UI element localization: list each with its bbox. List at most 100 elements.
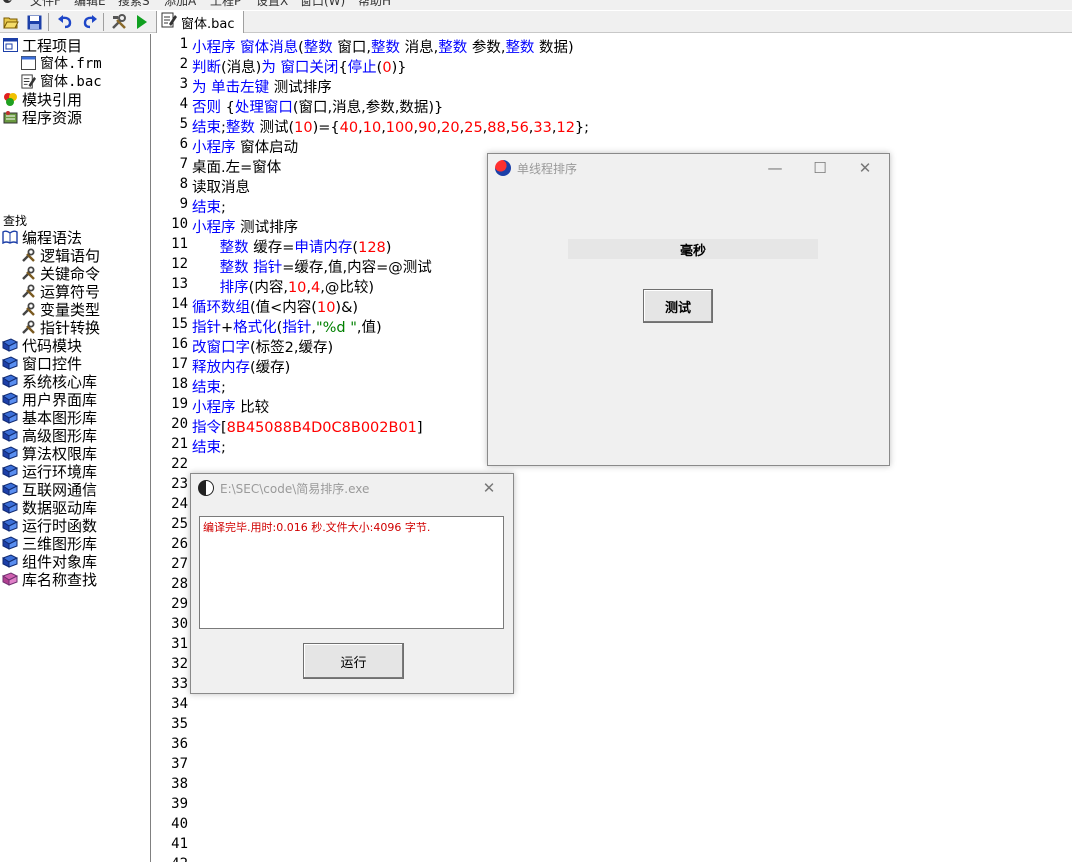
close-button[interactable]: ✕ bbox=[845, 156, 885, 180]
minimize-button[interactable]: — bbox=[755, 156, 795, 180]
run-button[interactable]: 运行 bbox=[303, 643, 404, 679]
tree-library-item[interactable]: 高级图形库 bbox=[1, 426, 97, 445]
code-line[interactable]: 判断(消息)为 窗口关闭{停止(0)} bbox=[192, 56, 406, 77]
code-line[interactable]: 释放内存(缓存) bbox=[192, 356, 290, 377]
blue-book-icon bbox=[1, 481, 19, 497]
tree-module-ref[interactable]: 模块引用 bbox=[1, 90, 82, 109]
tree-syntax-item[interactable]: 逻辑语句 bbox=[19, 246, 100, 265]
tree-library-item[interactable]: 组件对象库 bbox=[1, 552, 97, 571]
code-token: (窗口,消息,参数,数据)} bbox=[292, 100, 444, 116]
tree-library-item[interactable]: 三维图形库 bbox=[1, 534, 97, 553]
code-line[interactable]: 整数 缓存=申请内存(128) bbox=[192, 236, 392, 257]
tree-library-item[interactable]: 运行环境库 bbox=[1, 462, 97, 481]
code-token: ) bbox=[385, 240, 392, 256]
line-number: 10 bbox=[171, 216, 188, 232]
code-token: ] bbox=[416, 420, 423, 436]
code-token: (值<内容( bbox=[250, 300, 317, 316]
close-button[interactable]: ✕ bbox=[469, 476, 509, 500]
menu-project[interactable]: 工程P bbox=[210, 0, 241, 9]
code-line[interactable]: 小程序 窗体消息(整数 窗口,整数 消息,整数 参数,整数 数据) bbox=[192, 36, 574, 57]
tools-icon[interactable] bbox=[110, 13, 128, 31]
tree-file-bac[interactable]: 窗体.bac bbox=[19, 72, 102, 90]
menu-settings[interactable]: 设置X bbox=[256, 0, 288, 9]
code-token: 改窗口字 bbox=[192, 340, 250, 356]
yin-yang-icon bbox=[198, 480, 214, 496]
tree-syntax-item[interactable]: 指针转换 bbox=[19, 318, 100, 337]
wrench-icon bbox=[19, 265, 37, 281]
form-file-icon bbox=[19, 55, 37, 71]
code-line[interactable]: 结束; bbox=[192, 196, 226, 217]
code-line[interactable]: 循环数组(值<内容(10)&) bbox=[192, 296, 358, 317]
menu-search[interactable]: 搜索S bbox=[118, 0, 150, 9]
code-token: 排序 bbox=[219, 280, 249, 296]
tree-syntax-item[interactable]: 运算符号 bbox=[19, 282, 100, 301]
code-line[interactable]: 指针+格式化(指针,"%d ",值) bbox=[192, 316, 382, 337]
code-line[interactable]: 整数 指针=缓存,值,内容=@测试 bbox=[192, 256, 432, 277]
code-token: 窗口, bbox=[332, 40, 371, 56]
tree-library-item[interactable]: 系统核心库 bbox=[1, 372, 97, 391]
tree-library-item[interactable]: 用户界面库 bbox=[1, 390, 97, 409]
wrench-icon bbox=[19, 283, 37, 299]
blue-book-icon bbox=[1, 535, 19, 551]
tree-file-frm[interactable]: 窗体.frm bbox=[19, 54, 102, 72]
tree-resources[interactable]: 程序资源 bbox=[1, 108, 82, 127]
line-number: 24 bbox=[171, 496, 188, 512]
line-number: 6 bbox=[179, 136, 188, 152]
tree-project-root[interactable]: 工程项目 bbox=[1, 36, 82, 55]
pink-book-icon bbox=[1, 571, 19, 587]
line-number: 40 bbox=[171, 816, 188, 832]
tree-library-item[interactable]: 运行时函数 bbox=[1, 516, 97, 535]
code-line[interactable]: 改窗口字(标签2,缓存) bbox=[192, 336, 333, 357]
code-line[interactable]: 读取消息 bbox=[192, 176, 250, 197]
code-token: 整数 bbox=[438, 40, 468, 56]
code-line[interactable]: 小程序 测试排序 bbox=[192, 216, 298, 237]
code-line[interactable]: 结束;整数 测试(10)={40,10,100,90,20,25,88,56,3… bbox=[192, 116, 589, 137]
line-number: 2 bbox=[179, 56, 188, 72]
tree-library-item[interactable]: 算法权限库 bbox=[1, 444, 97, 463]
code-token: 判断 bbox=[192, 60, 221, 76]
line-number: 37 bbox=[171, 756, 188, 772]
tree-library-item[interactable]: 代码模块 bbox=[1, 336, 82, 355]
code-line[interactable]: 否则 {处理窗口(窗口,消息,参数,数据)} bbox=[192, 96, 443, 117]
tree-syntax-item[interactable]: 变量类型 bbox=[19, 300, 100, 319]
line-number: 27 bbox=[171, 556, 188, 572]
tree-lib-search[interactable]: 库名称查找 bbox=[1, 570, 97, 589]
code-line[interactable]: 为 单击左键 测试排序 bbox=[192, 76, 332, 97]
line-number: 26 bbox=[171, 536, 188, 552]
module-blocks-icon bbox=[1, 91, 19, 107]
menu-add[interactable]: 添加A bbox=[164, 0, 196, 9]
menu-window[interactable]: 窗口(W) bbox=[300, 0, 345, 9]
menu-file[interactable]: 文件F bbox=[30, 0, 61, 9]
tree-library-item[interactable]: 数据驱动库 bbox=[1, 498, 97, 517]
line-number: 1 bbox=[179, 36, 188, 52]
tree-library-item[interactable]: 窗口控件 bbox=[1, 354, 82, 373]
maximize-button[interactable]: ☐ bbox=[800, 156, 840, 180]
code-line[interactable]: 排序(内容,10,4,@比较) bbox=[192, 276, 374, 297]
code-token: (消息) bbox=[221, 60, 262, 76]
open-folder-icon[interactable] bbox=[2, 13, 20, 31]
code-line[interactable]: 小程序 窗体启动 bbox=[192, 136, 298, 157]
redo-icon[interactable] bbox=[80, 13, 98, 31]
code-token: 4 bbox=[311, 280, 321, 296]
code-line[interactable]: 结束; bbox=[192, 436, 226, 457]
line-number: 29 bbox=[171, 596, 188, 612]
tree-syntax[interactable]: 编程语法 bbox=[1, 228, 82, 247]
undo-icon[interactable] bbox=[56, 13, 74, 31]
code-line[interactable]: 桌面.左=窗体 bbox=[192, 156, 281, 177]
tree-library-item[interactable]: 基本图形库 bbox=[1, 408, 97, 427]
menu-edit[interactable]: 编辑E bbox=[74, 0, 106, 9]
code-line[interactable]: 结束; bbox=[192, 376, 226, 397]
menu-help[interactable]: 帮助H bbox=[358, 0, 391, 9]
run-icon[interactable] bbox=[133, 13, 151, 31]
code-line[interactable]: 指令[8B45088B4D0C8B002B01] bbox=[192, 416, 423, 437]
tree-syntax-item[interactable]: 关键命令 bbox=[19, 264, 100, 283]
tree-library-item[interactable]: 互联网通信 bbox=[1, 480, 97, 499]
tab-window-bac[interactable]: 窗体.bac bbox=[156, 11, 244, 33]
code-token: 窗口关闭 bbox=[280, 60, 339, 76]
code-token: 小程序 bbox=[192, 40, 236, 56]
save-icon[interactable] bbox=[25, 13, 43, 31]
code-line[interactable]: 小程序 比较 bbox=[192, 396, 269, 417]
test-button[interactable]: 测试 bbox=[643, 289, 713, 323]
